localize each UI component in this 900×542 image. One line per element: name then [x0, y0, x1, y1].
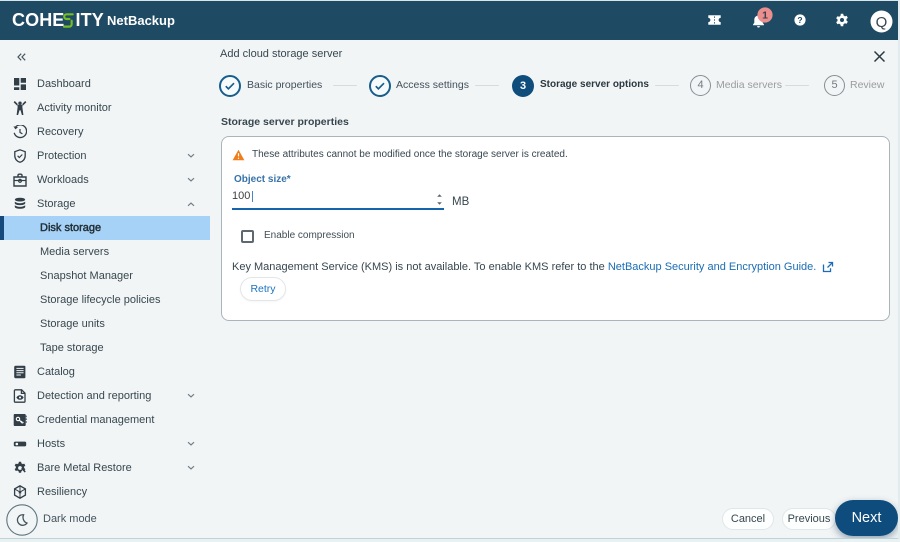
- svg-text:1: 1: [762, 10, 768, 22]
- svg-text:?: ?: [797, 15, 802, 25]
- svg-text:Q: Q: [876, 14, 888, 31]
